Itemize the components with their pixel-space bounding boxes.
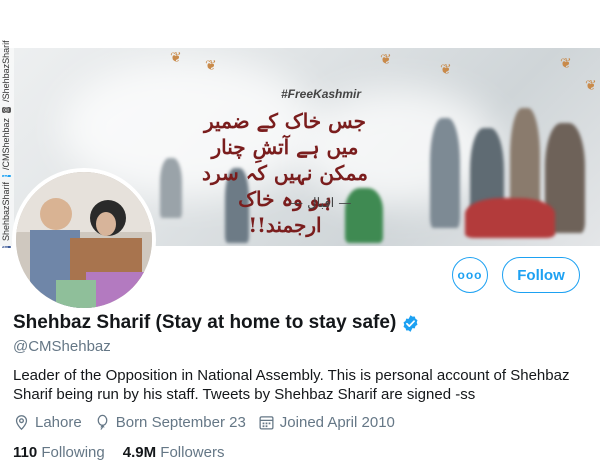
joined-item: Joined April 2010	[258, 414, 395, 431]
leaf-decoration: ❦	[170, 50, 182, 66]
avatar[interactable]	[12, 168, 156, 312]
facebook-icon: f	[1, 246, 11, 248]
follow-button[interactable]: Follow	[502, 257, 580, 293]
location-item: Lahore	[13, 414, 82, 431]
leaf-decoration: ❦	[560, 56, 572, 72]
location-icon	[15, 415, 28, 431]
avatar-photo	[16, 172, 152, 308]
leaf-decoration: ❦	[205, 58, 217, 74]
crowd-figure	[160, 158, 182, 218]
instagram-handle: /ShehbazSharif	[1, 40, 11, 102]
calendar-icon	[259, 416, 274, 430]
instagram-icon: ◎	[1, 106, 11, 114]
twitter-handle: /CMShehbaz	[1, 118, 11, 171]
profile-meta: Lahore Born September 23 Joined April 20…	[13, 414, 395, 431]
twitter-icon: t	[1, 175, 11, 177]
balloon-icon	[97, 414, 108, 430]
profile-bio: Leader of the Opposition in National Ass…	[13, 367, 570, 403]
following-count: 110	[13, 444, 38, 461]
banner-hashtag: #FreeKashmir	[281, 87, 362, 101]
joined-text: Joined April 2010	[279, 414, 395, 431]
followers-count: 4.9M	[122, 444, 157, 461]
birthday-item: Born September 23	[94, 414, 246, 431]
banner-poem: جس خاک کے ضمیر میں ہے آتشِ چنار ممکن نہی…	[200, 108, 370, 238]
poem-signature: — اقبال —	[290, 196, 352, 211]
followers-label: Followers	[160, 444, 225, 461]
birthday-text: Born September 23	[115, 414, 246, 431]
profile-handle: @CMShehbaz	[13, 338, 111, 355]
verified-badge-icon	[403, 314, 418, 332]
facebook-handle: ShehbazSharif	[1, 182, 11, 242]
following-label: Following	[41, 444, 105, 461]
following-link[interactable]: 110 Following	[13, 444, 105, 461]
profile-stats: 110 Following 4.9M Followers	[13, 444, 224, 461]
location-text: Lahore	[35, 414, 82, 431]
display-name: Shehbaz Sharif (Stay at home to stay saf…	[13, 312, 397, 333]
crowd-figure	[430, 118, 460, 228]
profile-name: Shehbaz Sharif (Stay at home to stay saf…	[13, 312, 420, 334]
poem-line: جس خاک کے ضمیر میں ہے آتشِ چنار	[204, 109, 366, 159]
leaf-decoration: ❦	[380, 52, 392, 68]
leaf-decoration: ❦	[585, 78, 597, 94]
more-options-button[interactable]: ooo	[452, 257, 488, 293]
leaf-decoration: ❦	[440, 62, 452, 78]
crowd-figure	[465, 198, 555, 238]
followers-link[interactable]: 4.9M Followers	[123, 444, 225, 461]
banner-social-handles: f ShehbazSharif t /CMShehbaz ◎ /ShehbazS…	[0, 40, 12, 248]
more-icon: ooo	[457, 268, 483, 282]
